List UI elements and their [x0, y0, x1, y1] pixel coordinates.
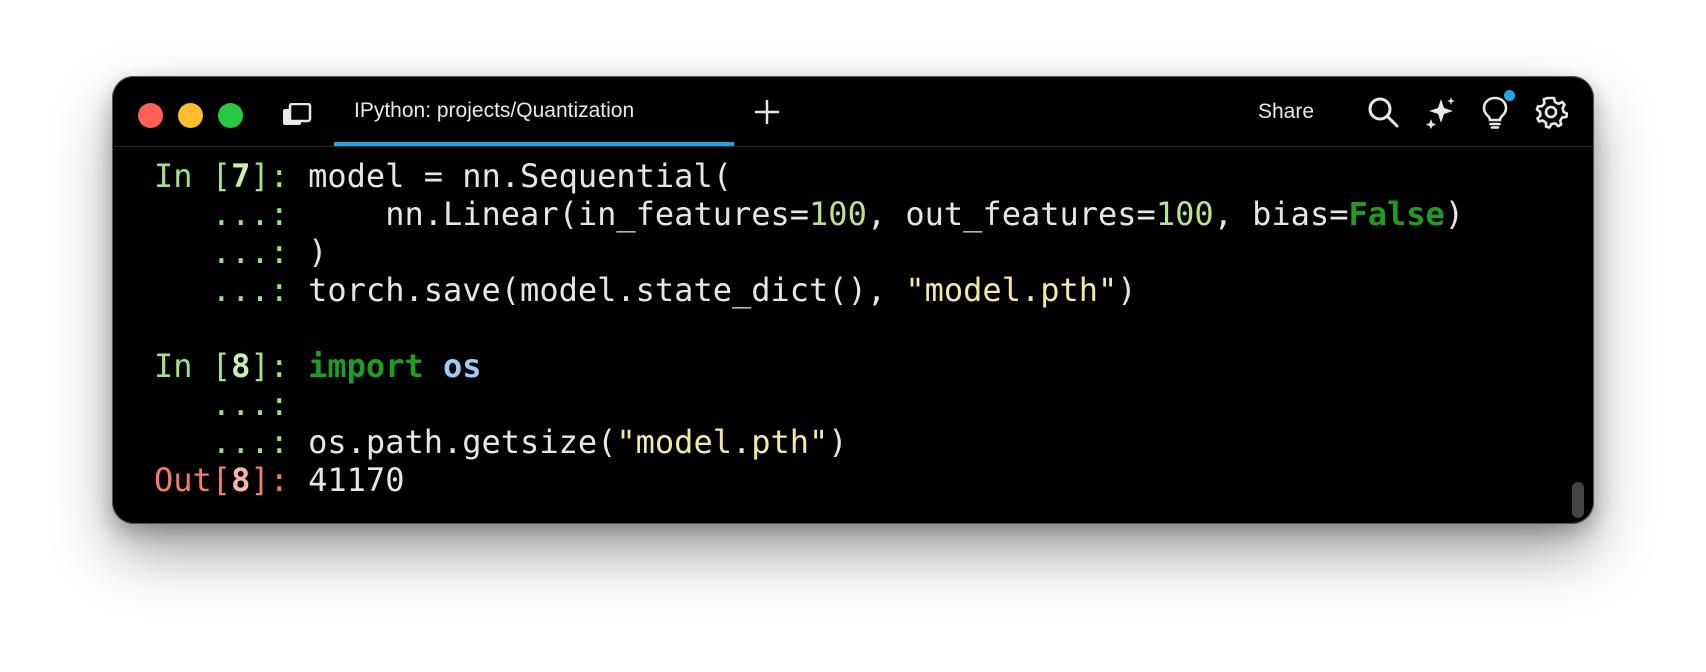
prompt-in: ]:: [250, 157, 309, 195]
panels-icon[interactable]: [282, 103, 312, 127]
terminal-window: IPython: projects/Quantization Share In …: [112, 76, 1594, 524]
prompt-in: ]:: [250, 347, 309, 385]
continuation-line: ...:: [154, 385, 308, 423]
continuation-prompt: ...:: [154, 271, 309, 309]
maximize-window-button[interactable]: [218, 103, 243, 128]
notification-dot: [1504, 90, 1515, 101]
minimize-window-button[interactable]: [178, 103, 203, 128]
continuation-prompt: ...:: [154, 233, 309, 271]
module-name: os: [442, 347, 482, 385]
tab-ipython[interactable]: IPython: projects/Quantization: [334, 76, 734, 146]
search-icon[interactable]: [1366, 95, 1400, 129]
code-text: os.path.getsize(: [308, 423, 617, 461]
gear-icon[interactable]: [1534, 95, 1568, 129]
code-text: ): [1117, 271, 1137, 309]
code-text: , out_features=: [866, 195, 1156, 233]
prompt-out: Out[: [154, 461, 232, 499]
prompt-number: 8: [231, 347, 251, 385]
tab-title: IPython: projects/Quantization: [354, 99, 635, 122]
sparkle-icon[interactable]: [1423, 95, 1457, 129]
plus-icon[interactable]: [753, 98, 781, 126]
keyword: import: [308, 347, 424, 385]
continuation-line: ...: torch.save(model.state_dict(), "mod…: [154, 271, 1137, 309]
continuation-prompt: ...:: [154, 385, 309, 423]
share-button[interactable]: Share: [1258, 100, 1314, 124]
close-window-button[interactable]: [138, 103, 163, 128]
output-value: 41170: [308, 461, 405, 499]
code-text: model = nn.Sequential(: [308, 157, 732, 195]
number-literal: 100: [809, 195, 867, 233]
title-bar: IPython: projects/Quantization Share: [112, 76, 1594, 147]
scrollbar-thumb[interactable]: [1572, 482, 1584, 518]
number-literal: 100: [1155, 195, 1214, 233]
continuation-prompt: ...:: [154, 423, 309, 461]
output-line-8: Out[8]: 41170: [154, 461, 404, 499]
input-line-8: In [8]: import os: [154, 347, 482, 385]
code-text: nn.Linear(in_features=: [308, 195, 810, 233]
code-text: ): [1444, 195, 1465, 233]
input-line-7: In [7]: model = nn.Sequential(: [154, 157, 732, 195]
continuation-line: ...: nn.Linear(in_features=100, out_feat…: [154, 195, 1464, 233]
string-literal: "model.pth": [616, 423, 829, 461]
prompt-out: ]:: [250, 461, 309, 499]
code-text: ): [308, 233, 328, 271]
continuation-line: ...: ): [154, 233, 328, 271]
prompt-in: In [: [154, 157, 232, 195]
active-tab-indicator: [334, 142, 734, 146]
continuation-line: ...: os.path.getsize("model.pth"): [154, 423, 848, 461]
keyword: False: [1348, 195, 1445, 233]
prompt-number: 8: [231, 461, 251, 499]
terminal-output[interactable]: In [7]: model = nn.Sequential( ...: nn.L…: [112, 147, 1594, 524]
string-literal: "model.pth": [905, 271, 1118, 309]
prompt-in: In [: [154, 347, 232, 385]
code-text: ): [828, 423, 848, 461]
continuation-prompt: ...:: [154, 195, 309, 233]
code-text: torch.save(model.state_dict(),: [308, 271, 906, 309]
prompt-number: 7: [231, 157, 251, 195]
code-text: , bias=: [1213, 195, 1349, 233]
